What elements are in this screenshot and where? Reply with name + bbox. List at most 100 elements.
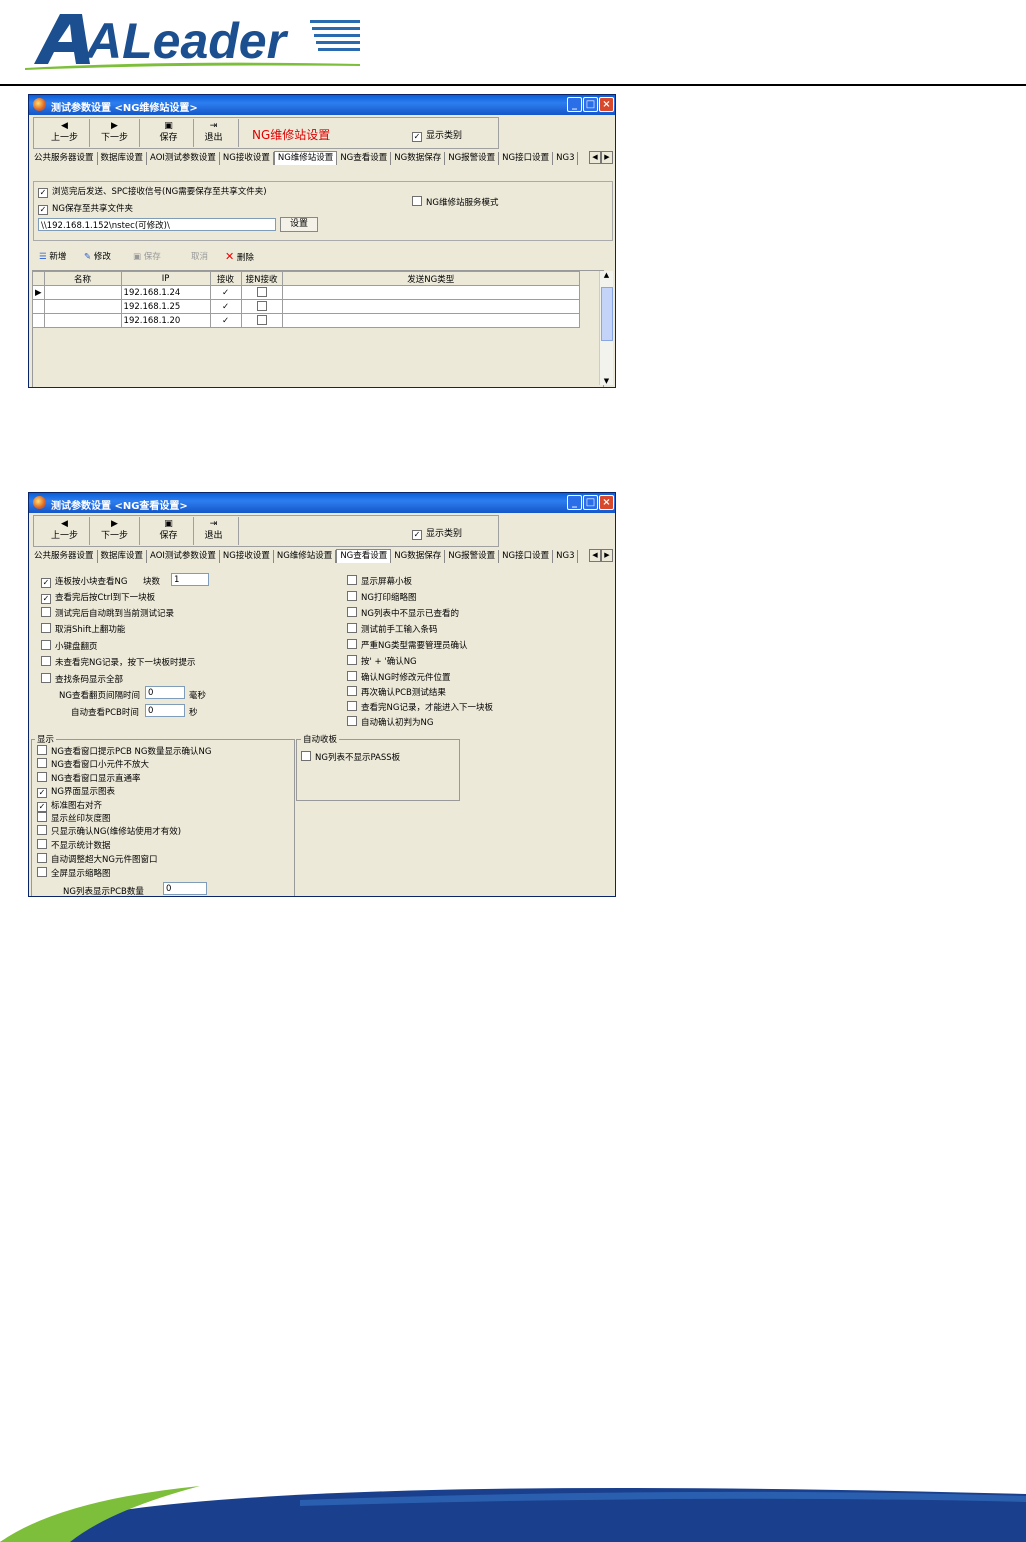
tab-right-icon[interactable]: ▶ [601,151,613,164]
add-button[interactable]: ☰ 新增 [39,250,66,262]
cancel-button[interactable]: 取消 [191,250,208,262]
save-button[interactable]: ▣ 保存 [144,517,194,545]
tab-ng3[interactable]: NG3 [553,550,579,563]
table-row[interactable]: ▶ 192.168.1.24 ✓ [32,285,581,300]
tab-ng-repair[interactable]: NG维修站设置 [274,550,337,563]
cell-recv[interactable]: ✓ [209,285,242,300]
interval-input[interactable] [145,686,185,699]
option-checkbox[interactable]: 严重NG类型需要管理员确认 [347,639,467,651]
pcb-count-input[interactable] [163,882,207,895]
tab-ng-data-save[interactable]: NG数据保存 [391,152,446,165]
prev-button[interactable]: ◀ 上一步 [40,119,90,147]
tab-ng-alarm[interactable]: NG报警设置 [445,550,500,563]
option-checkbox[interactable]: NG查看窗口提示PCB NG数量显示确认NG [37,745,211,757]
cell-recv[interactable]: ✓ [209,313,242,328]
close-button[interactable]: × [599,495,614,510]
option-checkbox[interactable]: 取消Shift上翻功能 [41,623,125,635]
option-checkbox[interactable]: 测试前手工输入条码 [347,623,438,635]
option-checkbox[interactable]: 自动确认初判为NG [347,716,433,728]
option-checkbox[interactable]: ✓ 查看完后按Ctrl到下一块板 [41,591,155,604]
option-checkbox[interactable]: ✓ NG界面显示图表 [37,785,115,798]
option-checkbox[interactable]: ✓ 连板按小块查看NG [41,575,127,588]
option-checkbox[interactable]: 测试完后自动跳到当前测试记录 [41,607,174,619]
cell-recv[interactable]: ✓ [209,299,242,314]
prev-button[interactable]: ◀ 上一步 [40,517,90,545]
cell-ip[interactable]: 192.168.1.24 [120,285,211,300]
tab-aoi-params[interactable]: AOI测试参数设置 [147,152,220,165]
cell-recv-n[interactable] [240,299,283,314]
tab-database[interactable]: 数据库设置 [98,152,148,165]
minimize-button[interactable]: _ [567,495,582,510]
tab-left-icon[interactable]: ◀ [589,151,601,164]
show-category-checkbox[interactable]: ✓ 显示类别 [412,128,462,142]
scroll-down-icon[interactable]: ▼ [600,377,613,385]
tab-ng-receive[interactable]: NG接收设置 [220,152,274,165]
minimize-button[interactable]: _ [567,97,582,112]
modify-button[interactable]: ✎ 修改 [84,250,111,262]
option-checkbox[interactable]: 不显示统计数据 [37,839,111,851]
grid-save-button[interactable]: ▣ 保存 [133,250,161,262]
option-checkbox[interactable]: 全屏显示缩略图 [37,867,111,879]
tab-public-server[interactable]: 公共服务器设置 [31,550,98,563]
table-row[interactable]: 192.168.1.25 ✓ [32,299,581,314]
tab-public-server[interactable]: 公共服务器设置 [31,152,98,165]
maximize-button[interactable]: □ [583,97,598,112]
tab-ng-alarm[interactable]: NG报警设置 [445,152,500,165]
close-button[interactable]: × [599,97,614,112]
hide-pass-checkbox[interactable]: NG列表不显示PASS板 [301,751,400,763]
option-checkbox[interactable]: 显示屏幕小板 [347,575,412,587]
option-checkbox[interactable]: NG打印缩略图 [347,591,416,603]
show-category-checkbox[interactable]: ✓ 显示类别 [412,526,462,540]
option-checkbox[interactable]: NG列表中不显示已查看的 [347,607,459,619]
cell-recv-n[interactable] [240,285,283,300]
grid-scrollbar[interactable]: ▲ ▼ [599,271,613,385]
cell-name[interactable] [43,299,122,314]
tab-ng-repair[interactable]: NG维修站设置 [273,151,338,165]
option-checkbox[interactable]: 小键盘翻页 [41,640,98,652]
cell-name[interactable] [43,313,122,328]
option-checkbox[interactable]: 显示丝印灰度图 [37,812,111,824]
tab-ng3[interactable]: NG3 [553,152,579,165]
tab-ng-data-save[interactable]: NG数据保存 [391,550,446,563]
exit-button[interactable]: ⇥ 退出 [189,119,239,147]
send-after-browse-checkbox[interactable]: ✓ 浏览完后发送、SPC接收信号(NG需要保存至共享文件夹) [38,185,267,198]
option-checkbox[interactable]: 查找条码显示全部 [41,673,123,685]
option-checkbox[interactable]: 查看完NG记录，才能进入下一块板 [347,701,493,713]
cell-ng-type[interactable] [281,299,581,314]
tab-database[interactable]: 数据库设置 [98,550,148,563]
scroll-thumb[interactable] [601,287,613,341]
cell-ng-type[interactable] [281,313,581,328]
set-button[interactable]: 设置 [280,217,318,232]
auto-view-input[interactable] [145,704,185,717]
tab-ng-interface[interactable]: NG接口设置 [499,152,554,165]
option-checkbox[interactable]: 按' + '确认NG [347,655,417,667]
option-checkbox[interactable]: 确认NG时修改元件位置 [347,671,450,683]
save-button[interactable]: ▣ 保存 [144,119,194,147]
option-checkbox[interactable]: 自动调整超大NG元件图窗口 [37,853,157,865]
exit-button[interactable]: ⇥ 退出 [189,517,239,545]
save-shared-checkbox[interactable]: ✓ NG保存至共享文件夹 [38,202,133,215]
option-checkbox[interactable]: NG查看窗口小元件不放大 [37,758,149,770]
tab-left-icon[interactable]: ◀ [589,549,601,562]
cell-ip[interactable]: 192.168.1.25 [120,299,211,314]
scroll-up-icon[interactable]: ▲ [600,271,613,279]
tab-ng-view[interactable]: NG查看设置 [336,549,392,563]
delete-button[interactable]: ✕ 删除 [225,250,254,263]
option-checkbox[interactable]: NG查看窗口显示直通率 [37,772,140,784]
cell-ip[interactable]: 192.168.1.20 [120,313,211,328]
tab-aoi-params[interactable]: AOI测试参数设置 [147,550,220,563]
maximize-button[interactable]: □ [583,495,598,510]
next-button[interactable]: ▶ 下一步 [90,517,140,545]
cell-name[interactable] [43,285,122,300]
next-button[interactable]: ▶ 下一步 [90,119,140,147]
option-checkbox[interactable]: 再次确认PCB测试结果 [347,686,446,698]
tab-ng-receive[interactable]: NG接收设置 [220,550,274,563]
tab-ng-interface[interactable]: NG接口设置 [499,550,554,563]
option-checkbox[interactable]: 未查看完NG记录，按下一块板时提示 [41,656,195,668]
tab-right-icon[interactable]: ▶ [601,549,613,562]
block-count-input[interactable] [171,573,209,586]
cell-ng-type[interactable] [281,285,581,300]
tab-ng-view[interactable]: NG查看设置 [337,152,392,165]
table-row[interactable]: 192.168.1.20 ✓ [32,313,581,328]
option-checkbox[interactable]: 只显示确认NG(维修站使用才有效) [37,825,181,837]
